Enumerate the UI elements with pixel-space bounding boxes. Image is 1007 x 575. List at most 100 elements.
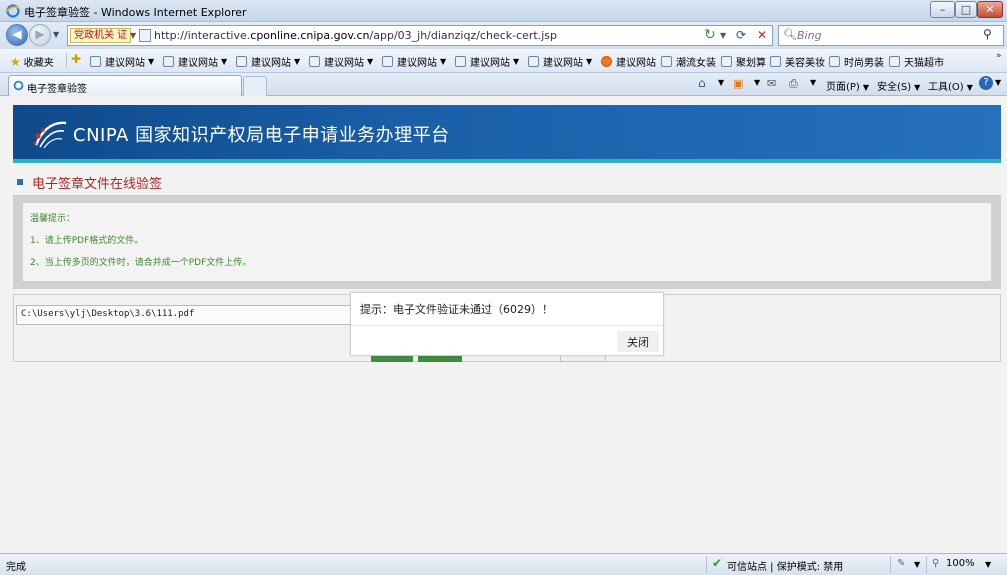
chevron-down-icon: ▼ (862, 83, 869, 92)
page-icon (236, 56, 247, 67)
gov-site-badge[interactable]: 党政机关 证 (70, 28, 132, 43)
help-icon[interactable]: ? (979, 76, 993, 90)
address-bar[interactable]: 党政机关 证 ▼ http://interactive.cponline.cni… (67, 25, 773, 46)
help-dropdown-icon[interactable]: ▼ (995, 78, 1001, 87)
chevron-down-icon: ▼ (148, 57, 155, 66)
file-path-value: C:\Users\ylj\Desktop\3.6\111.pdf (21, 309, 195, 319)
address-toolbar: ◀ ▶ ▼ 党政机关 证 ▼ http://interactive.cponli… (0, 22, 1007, 49)
new-tab-button[interactable] (243, 76, 267, 96)
zoom-icon[interactable]: ⚲ (932, 558, 939, 569)
fav-item-5[interactable]: 建议网站 ▼ (382, 54, 446, 69)
tip-line-2: 2、当上传多页的文件时，请合并成一个PDF文件上传。 (30, 258, 252, 268)
section-header: 电子签章文件在线验签 (13, 167, 1001, 197)
check-icon: ✔ (712, 556, 723, 570)
search-input[interactable]: Bing (797, 29, 822, 42)
history-dropdown-icon[interactable]: ▼ (53, 30, 59, 39)
privacy-dropdown-icon[interactable]: ▼ (914, 560, 920, 569)
feeds-dropdown-icon[interactable]: ▼ (754, 78, 760, 87)
page-menu[interactable]: 页面(P) ▼ (826, 78, 869, 93)
fav-item-7[interactable]: 建议网站 ▼ (528, 54, 592, 69)
fav-item-3[interactable]: 建议网站 ▼ (236, 54, 300, 69)
alert-dialog: 提示：电子文件验证未通过（6029）！ 关闭 (350, 292, 664, 356)
safety-menu[interactable]: 安全(S) ▼ (877, 78, 920, 93)
chevron-down-icon: ▼ (914, 83, 921, 92)
page-icon (528, 56, 539, 67)
badge-dropdown-icon[interactable]: ▼ (130, 31, 136, 40)
more-favorites-icon[interactable]: » (996, 51, 1002, 61)
compat-dropdown-icon[interactable]: ▼ (720, 31, 726, 40)
fav-item-4[interactable]: 建议网站 ▼ (309, 54, 373, 69)
feeds-icon[interactable]: ▣ (733, 77, 743, 90)
search-provider-icon: 🔍︎ (783, 28, 797, 41)
page-icon (829, 56, 840, 67)
chevron-down-icon: ▼ (221, 57, 228, 66)
fav-item-11[interactable]: 美容美妆 (770, 54, 825, 69)
zoom-level[interactable]: 100% (946, 558, 975, 569)
window-titlebar: 电子签章验签 - Windows Internet Explorer – □ ✕ (0, 0, 1007, 22)
page-icon (455, 56, 466, 67)
arrow-left-icon: ◀ (12, 27, 22, 41)
forward-button[interactable]: ▶ (29, 24, 51, 46)
back-button[interactable]: ◀ (6, 24, 28, 46)
refresh-icon[interactable]: ⟳ (736, 28, 746, 42)
bullet-square-icon (17, 179, 23, 185)
window-title: 电子签章验签 - Windows Internet Explorer (24, 6, 247, 19)
chevron-down-icon: ▼ (440, 57, 447, 66)
page-icon (382, 56, 393, 67)
chevron-down-icon: ▼ (586, 57, 593, 66)
dialog-message: 提示：电子文件验证未通过（6029）！ (360, 303, 553, 316)
fav-item-10[interactable]: 聚划算 (721, 54, 766, 69)
mail-icon[interactable]: ✉ (767, 77, 776, 90)
print-icon[interactable]: ⎙ (789, 77, 798, 91)
ie-logo-icon (6, 4, 20, 18)
stop-icon[interactable]: ✕ (757, 28, 767, 42)
maximize-button[interactable]: □ (955, 1, 977, 18)
tools-menu[interactable]: 工具(O) ▼ (928, 78, 973, 93)
site-banner: CNIPA 国家知识产权局电子申请业务办理平台 (13, 105, 1001, 163)
favorites-bar: ★ 收藏夹 ✚ 建议网站 ▼ 建议网站 ▼ 建议网站 ▼ 建议网站 ▼ 建议网站 ▼ 建议网… (0, 49, 1007, 73)
star-icon: ★ (10, 54, 21, 69)
fav-item-6[interactable]: 建议网站 ▼ (455, 54, 519, 69)
fav-item-8[interactable]: 建议网站 (601, 54, 656, 69)
tab-active[interactable]: 电子签章验签 (8, 75, 242, 96)
tip-line-1: 1、请上传PDF格式的文件。 (30, 236, 144, 246)
print-dropdown-icon[interactable]: ▼ (810, 78, 816, 87)
fav-item-9[interactable]: 潮流女装 (661, 54, 716, 69)
cnipa-logo-icon (33, 121, 67, 149)
search-box[interactable]: 🔍︎ Bing ⚲ (778, 25, 1004, 46)
fav-item-1[interactable]: 建议网站 ▼ (90, 54, 154, 69)
tab-bar: 电子签章验签 ⌂ ▼ ▣ ▼ ✉ ⎙ ▼ 页面(P) ▼ 安全(S) ▼ 工具(O)… (0, 73, 1007, 96)
page-icon (889, 56, 900, 67)
platform-name: CNIPA 国家知识产权局电子申请业务办理平台 (73, 125, 450, 146)
page-icon (163, 56, 174, 67)
tips-box: 温馨提示： 1、请上传PDF格式的文件。 2、当上传多页的文件时，请合并成一个P… (23, 203, 991, 281)
chevron-down-icon: ▼ (966, 83, 973, 92)
privacy-icon[interactable]: ✎ (897, 558, 905, 569)
fav-item-12[interactable]: 时尚男装 (829, 54, 884, 69)
minimize-button[interactable]: – (930, 1, 955, 18)
zone-text[interactable]: 可信站点 | 保护模式: 禁用 (727, 558, 843, 573)
page-icon (721, 56, 732, 67)
close-window-button[interactable]: ✕ (977, 1, 1003, 18)
chevron-down-icon: ▼ (294, 57, 301, 66)
favorites-button[interactable]: ★ 收藏夹 (10, 54, 54, 70)
fav-item-2[interactable]: 建议网站 ▼ (163, 54, 227, 69)
home-dropdown-icon[interactable]: ▼ (718, 78, 724, 87)
dialog-close-button[interactable]: 关闭 (617, 331, 659, 352)
weibo-icon (601, 56, 612, 67)
section-title: 电子签章文件在线验签 (32, 177, 163, 192)
file-path-input[interactable]: C:\Users\ylj\Desktop\3.6\111.pdf (16, 305, 356, 325)
url-text[interactable]: http://interactive.cponline.cnipa.gov.cn… (154, 29, 557, 42)
page-icon (90, 56, 101, 67)
page-icon (139, 29, 151, 42)
compat-view-icon[interactable]: ↻ (704, 27, 716, 43)
zoom-dropdown-icon[interactable]: ▼ (985, 560, 991, 569)
fav-item-13[interactable]: 天猫超市 (889, 54, 944, 69)
add-favorite-icon[interactable]: ✚ (71, 52, 81, 66)
search-icon[interactable]: ⚲ (983, 27, 992, 41)
home-icon[interactable]: ⌂ (698, 76, 706, 90)
page-icon (661, 56, 672, 67)
chevron-down-icon: ▼ (513, 57, 520, 66)
ie-tab-icon (13, 80, 24, 91)
status-text: 完成 (6, 562, 26, 573)
